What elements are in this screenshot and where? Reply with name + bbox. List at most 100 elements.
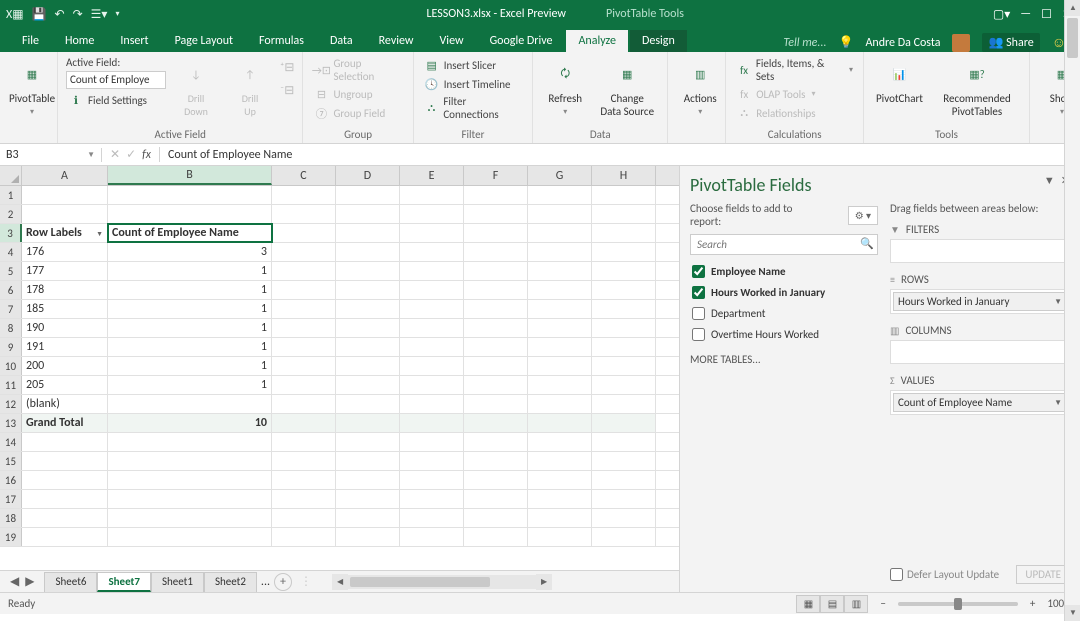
cell[interactable] bbox=[272, 243, 336, 261]
cell[interactable] bbox=[464, 281, 528, 299]
cell[interactable] bbox=[22, 528, 108, 546]
drill-down-button[interactable]: ↓ Drill Down bbox=[172, 56, 220, 120]
cell[interactable] bbox=[22, 433, 108, 451]
cell[interactable]: Row Labels▼ bbox=[22, 224, 108, 242]
row-labels-filter-icon[interactable]: ▼ bbox=[92, 229, 103, 238]
cell[interactable] bbox=[464, 338, 528, 356]
cell[interactable] bbox=[464, 433, 528, 451]
filter-connections-button[interactable]: ⛬Filter Connections bbox=[422, 94, 525, 122]
taskpane-dropdown-icon[interactable]: ▼ bbox=[1044, 174, 1055, 187]
cell[interactable] bbox=[336, 490, 400, 508]
cell[interactable] bbox=[592, 338, 656, 356]
tab-analyze[interactable]: Analyze bbox=[566, 30, 628, 52]
sheet-nav-prev-icon[interactable]: ◀ bbox=[10, 574, 19, 589]
cell[interactable] bbox=[528, 281, 592, 299]
sheet-tab-sheet7[interactable]: Sheet7 bbox=[97, 572, 151, 592]
cell[interactable] bbox=[528, 300, 592, 318]
cell[interactable] bbox=[108, 186, 272, 204]
columns-area[interactable]: ▥COLUMNS bbox=[890, 324, 1070, 364]
hscroll-thumb[interactable] bbox=[350, 577, 490, 587]
field-checkbox[interactable] bbox=[692, 286, 705, 299]
field-item[interactable]: Hours Worked in January bbox=[690, 284, 878, 301]
row-header[interactable]: 14 bbox=[0, 433, 22, 451]
cell[interactable]: (blank) bbox=[22, 395, 108, 413]
select-all-button[interactable] bbox=[0, 166, 22, 185]
cell[interactable] bbox=[592, 186, 656, 204]
zoom-out-button[interactable]: − bbox=[880, 597, 885, 610]
cell[interactable] bbox=[272, 300, 336, 318]
normal-view-button[interactable]: ▦ bbox=[796, 595, 820, 613]
row-header[interactable]: 19 bbox=[0, 528, 22, 546]
cell[interactable] bbox=[108, 509, 272, 527]
cell[interactable] bbox=[592, 490, 656, 508]
collapse-field-icon[interactable]: ⁻⊟ bbox=[280, 83, 294, 98]
cell[interactable] bbox=[336, 338, 400, 356]
cell[interactable] bbox=[592, 224, 656, 242]
cell[interactable] bbox=[272, 357, 336, 375]
cell[interactable] bbox=[528, 357, 592, 375]
cell[interactable] bbox=[400, 300, 464, 318]
cell[interactable] bbox=[592, 414, 656, 432]
tab-google-drive[interactable]: Google Drive bbox=[478, 30, 565, 52]
cell[interactable] bbox=[400, 452, 464, 470]
values-chip[interactable]: Count of Employee Name▼ bbox=[893, 393, 1067, 412]
cell[interactable] bbox=[22, 490, 108, 508]
refresh-button[interactable]: 🗘Refresh▾ bbox=[541, 56, 589, 119]
cell[interactable] bbox=[592, 300, 656, 318]
column-header-F[interactable]: F bbox=[464, 166, 528, 185]
vertical-scrollbar[interactable]: ▲ ▼ bbox=[1064, 0, 1080, 621]
cell[interactable] bbox=[400, 224, 464, 242]
row-header[interactable]: 16 bbox=[0, 471, 22, 489]
tab-view[interactable]: View bbox=[428, 30, 476, 52]
cell[interactable] bbox=[108, 528, 272, 546]
cell[interactable] bbox=[592, 205, 656, 223]
cell[interactable]: 1 bbox=[108, 319, 272, 337]
cell[interactable] bbox=[22, 186, 108, 204]
grid-body[interactable]: 123Row Labels▼Count of Employee Name4176… bbox=[0, 186, 679, 570]
field-checkbox[interactable] bbox=[692, 307, 705, 320]
tab-design[interactable]: Design bbox=[630, 30, 687, 52]
zoom-in-button[interactable]: + bbox=[1030, 597, 1035, 610]
cell[interactable] bbox=[464, 243, 528, 261]
cell[interactable] bbox=[464, 452, 528, 470]
cell[interactable] bbox=[592, 452, 656, 470]
search-icon[interactable]: 🔍 bbox=[860, 237, 874, 250]
row-header[interactable]: 8 bbox=[0, 319, 22, 337]
sheet-tab-sheet1[interactable]: Sheet1 bbox=[151, 572, 204, 592]
cell[interactable] bbox=[592, 395, 656, 413]
row-header[interactable]: 13 bbox=[0, 414, 22, 432]
scroll-down-icon[interactable]: ▼ bbox=[1065, 605, 1080, 621]
cell[interactable]: 190 bbox=[22, 319, 108, 337]
row-header[interactable]: 3 bbox=[0, 224, 22, 242]
cell[interactable] bbox=[528, 243, 592, 261]
cell[interactable]: 205 bbox=[22, 376, 108, 394]
cell[interactable] bbox=[528, 186, 592, 204]
cell[interactable]: 1 bbox=[108, 262, 272, 280]
cell[interactable] bbox=[336, 471, 400, 489]
cell[interactable] bbox=[400, 205, 464, 223]
cell[interactable] bbox=[528, 395, 592, 413]
cell[interactable] bbox=[336, 281, 400, 299]
pivotchart-button[interactable]: 📊PivotChart bbox=[872, 56, 927, 107]
cell[interactable]: 185 bbox=[22, 300, 108, 318]
cell[interactable] bbox=[272, 186, 336, 204]
cell[interactable] bbox=[464, 509, 528, 527]
cell[interactable] bbox=[400, 186, 464, 204]
column-header-E[interactable]: E bbox=[400, 166, 464, 185]
update-button[interactable]: UPDATE bbox=[1016, 565, 1070, 584]
scroll-thumb[interactable] bbox=[1067, 18, 1078, 58]
add-sheet-button[interactable]: + bbox=[274, 573, 292, 591]
cell[interactable] bbox=[592, 243, 656, 261]
cell[interactable] bbox=[464, 224, 528, 242]
column-header-D[interactable]: D bbox=[336, 166, 400, 185]
cell[interactable] bbox=[400, 528, 464, 546]
cell[interactable] bbox=[592, 471, 656, 489]
cell[interactable] bbox=[528, 338, 592, 356]
cell[interactable] bbox=[400, 509, 464, 527]
cell[interactable] bbox=[592, 433, 656, 451]
cancel-formula-icon[interactable]: ✕ bbox=[110, 147, 120, 162]
horizontal-scrollbar[interactable]: ◀ ▶ bbox=[332, 575, 552, 589]
tab-file[interactable]: File bbox=[10, 30, 51, 52]
cell[interactable] bbox=[464, 186, 528, 204]
cell[interactable] bbox=[400, 243, 464, 261]
